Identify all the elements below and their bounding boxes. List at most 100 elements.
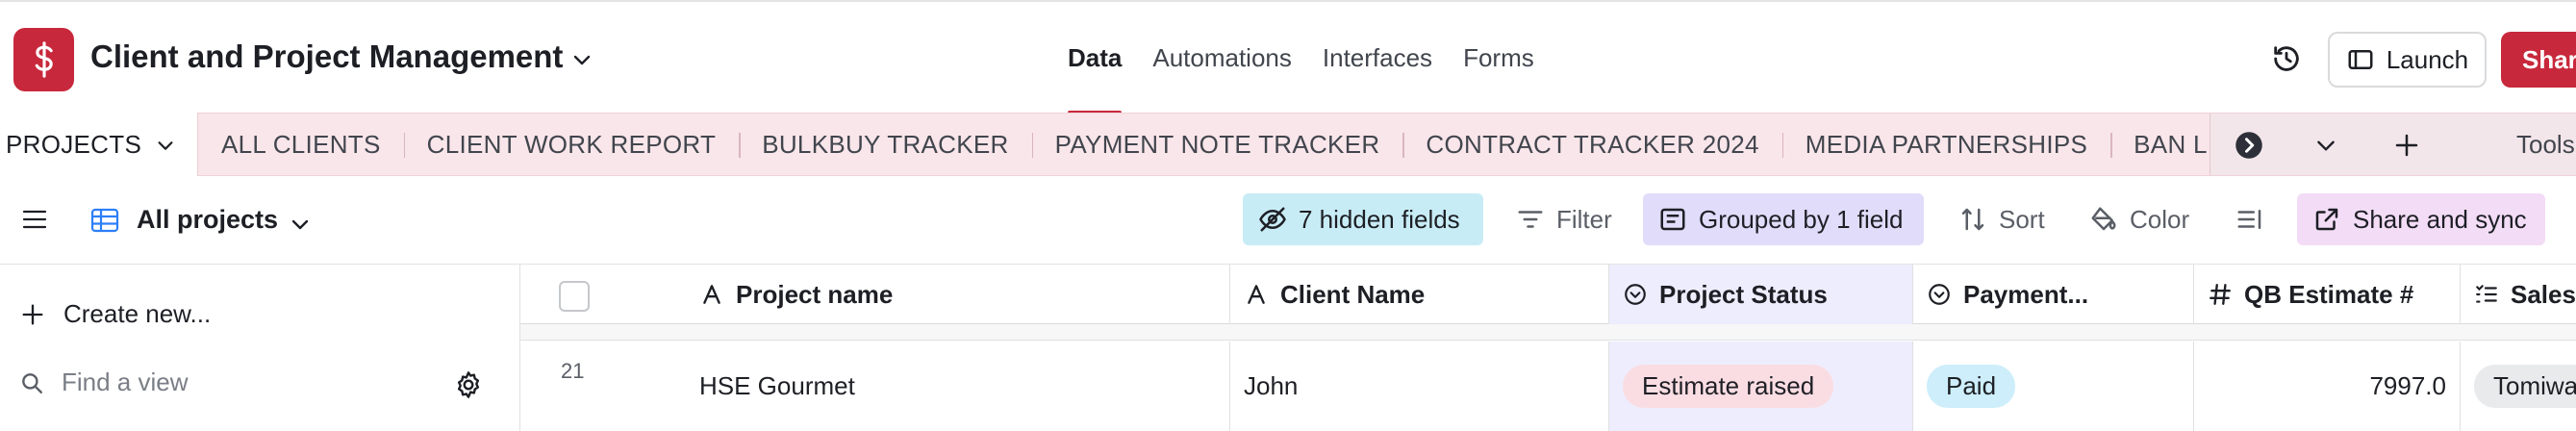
find-view (19, 368, 491, 397)
cell-client-name[interactable]: John (1230, 342, 1609, 431)
nav-automations[interactable]: Automations (1152, 2, 1292, 114)
app-header: Client and Project Management Data Autom… (0, 0, 2576, 114)
column-label: Sales (2511, 279, 2576, 309)
client-name-value: John (1244, 371, 1299, 400)
table-row[interactable]: 21 HSE Gourmet John Estimate raised Paid… (520, 342, 2576, 431)
column-label: Project name (736, 279, 894, 309)
gear-icon[interactable] (453, 369, 484, 400)
views-sidebar: Create new... (0, 265, 520, 431)
tab-contract-tracker-2024[interactable]: CONTRACT TRACKER 2024 (1402, 114, 1781, 175)
nav-interfaces[interactable]: Interfaces (1323, 2, 1432, 114)
share-and-sync-label: Share and sync (2353, 204, 2527, 234)
row-number: 21 (561, 359, 585, 383)
column-label: Project Status (1659, 279, 1828, 309)
chevron-down-icon[interactable] (155, 135, 176, 156)
chevron-down-icon[interactable] (570, 48, 593, 71)
column-header-client-name[interactable]: Client Name (1230, 265, 1609, 324)
create-new-view[interactable]: Create new... (19, 299, 211, 329)
single-select-icon (1625, 284, 1646, 305)
qb-estimate-value: 7997.0 (2369, 371, 2446, 400)
records-grid: Project name Client Name Project Status … (520, 265, 2576, 431)
multi-select-icon (2476, 285, 2497, 303)
top-nav: Data Automations Interfaces Forms (1068, 2, 1565, 114)
text-field-icon (703, 285, 720, 304)
hamburger-icon[interactable] (21, 208, 48, 231)
column-header-project-name[interactable]: Project name (686, 265, 1230, 324)
tab-projects[interactable]: PROJECTS (0, 113, 198, 177)
cell-project-status[interactable]: Estimate raised (1609, 342, 1913, 431)
table-tabs: ALL CLIENTS CLIENT WORK REPORT BULKBUY T… (198, 114, 2270, 175)
column-header-payment[interactable]: Payment... (1913, 265, 2194, 324)
status-badge: Estimate raised (1623, 365, 1834, 408)
filter-label: Filter (1556, 204, 1612, 234)
share-button[interactable]: Share (2501, 32, 2576, 88)
table-tabs-bar: PROJECTS ALL CLIENTS CLIENT WORK REPORT … (0, 113, 2576, 177)
paint-bucket-icon (2091, 207, 2116, 231)
launch-button[interactable]: Launch (2328, 32, 2487, 88)
add-table-icon[interactable] (2392, 131, 2421, 160)
more-tables-icon[interactable] (2235, 131, 2263, 160)
cell-project-name[interactable]: HSE Gourmet (686, 342, 1230, 431)
plus-icon (22, 304, 43, 324)
sales-badge: Tomiwa (2474, 365, 2576, 408)
cell-sales[interactable]: Tomiwa (2461, 342, 2576, 431)
sort-icon (1961, 208, 1984, 231)
tab-payment-note-tracker[interactable]: PAYMENT NOTE TRACKER (1031, 114, 1403, 175)
nav-data[interactable]: Data (1068, 2, 1123, 114)
eye-off-icon (1259, 207, 1286, 232)
cell-payment[interactable]: Paid (1913, 342, 2194, 431)
tab-media-partnerships[interactable]: MEDIA PARTNERSHIPS (1781, 114, 2110, 175)
history-icon[interactable] (2270, 42, 2303, 75)
nav-forms[interactable]: Forms (1463, 2, 1534, 114)
grouped-label: Grouped by 1 field (1699, 204, 1904, 234)
column-label: QB Estimate # (2244, 279, 2414, 309)
view-toolbar: All projects 7 hidden fields Filter Grou… (0, 176, 2576, 265)
text-field-icon (1248, 285, 1265, 304)
cell-qb-estimate[interactable]: 7997.0 (2194, 342, 2461, 431)
row-height-button[interactable] (2220, 193, 2278, 245)
column-label: Client Name (1280, 279, 1426, 309)
dollar-icon (35, 41, 53, 78)
view-name[interactable]: All projects (137, 205, 278, 235)
filter-button[interactable]: Filter (1501, 193, 1628, 245)
row-select-header (520, 265, 686, 324)
column-header-sales[interactable]: Sales (2461, 265, 2576, 324)
search-icon (22, 372, 42, 393)
tab-bulkbuy-tracker[interactable]: BULKBUY TRACKER (739, 114, 1031, 175)
column-label: Payment... (1963, 279, 2089, 309)
grid-view-icon (90, 208, 119, 233)
share-and-sync-button[interactable]: Share and sync (2297, 193, 2545, 245)
tools-menu[interactable]: Tools (2516, 114, 2575, 175)
create-new-label: Create new... (63, 299, 212, 328)
single-select-icon (1929, 284, 1950, 305)
grid-header-row: Project name Client Name Project Status … (520, 265, 2576, 324)
number-field-icon (2210, 284, 2231, 305)
find-view-input[interactable] (62, 368, 427, 397)
sort-label: Sort (1999, 204, 2045, 234)
column-header-project-status[interactable]: Project Status (1609, 265, 1913, 324)
tab-all-clients[interactable]: ALL CLIENTS (198, 114, 404, 175)
column-header-qb-estimate[interactable]: QB Estimate # (2194, 265, 2461, 324)
launch-icon (2348, 50, 2373, 69)
tab-client-work-report[interactable]: CLIENT WORK REPORT (403, 114, 740, 175)
hidden-fields-label: 7 hidden fields (1299, 204, 1460, 234)
sort-button[interactable]: Sort (1943, 193, 2060, 245)
base-logo[interactable] (13, 28, 74, 91)
group-button[interactable]: Grouped by 1 field (1643, 193, 1924, 245)
project-name-value: HSE Gourmet (699, 371, 855, 400)
row-height-icon (2237, 210, 2261, 229)
chevron-down-icon[interactable] (2313, 133, 2338, 158)
color-label: Color (2130, 204, 2190, 234)
launch-label: Launch (2386, 44, 2469, 74)
base-title[interactable]: Client and Project Management (90, 38, 563, 75)
hidden-fields-button[interactable]: 7 hidden fields (1243, 193, 1483, 245)
row-number-cell: 21 (520, 342, 686, 431)
filter-icon (1518, 211, 1543, 228)
select-all-checkbox[interactable] (559, 281, 590, 312)
external-link-icon (2315, 208, 2338, 231)
payment-badge: Paid (1927, 365, 2016, 408)
group-icon (1660, 208, 1685, 231)
chevron-down-icon[interactable] (289, 213, 312, 236)
tab-projects-label: PROJECTS (6, 130, 142, 159)
color-button[interactable]: Color (2074, 193, 2205, 245)
